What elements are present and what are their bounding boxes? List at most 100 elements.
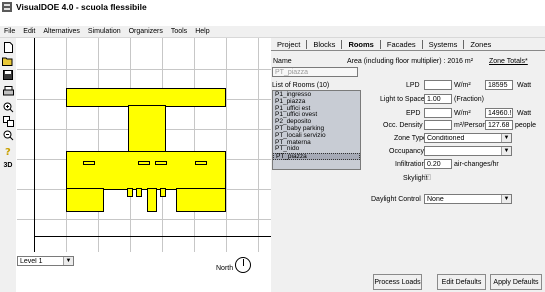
properties-panel: Project Blocks Rooms Facades Systems Zon… [271,38,545,292]
room-left-wing[interactable] [66,188,104,212]
apply-defaults-button[interactable]: Apply Defaults [490,274,542,290]
canvas-footer: Level 1 ▼ North [17,252,271,292]
window-marker [138,161,150,165]
help-icon[interactable]: ? [2,145,14,157]
chevron-down-icon[interactable]: ▼ [63,257,73,265]
grid-line [98,38,99,252]
light-to-space-field[interactable]: 1.00 [424,94,452,104]
zoom-in-icon[interactable] [2,101,14,113]
menu-simulation[interactable]: Simulation [88,28,121,35]
grid-line [17,219,271,220]
level-select-value: Level 1 [20,257,43,265]
menu-bar: File Edit Alternatives Simulation Organi… [0,26,545,38]
save-icon[interactable] [2,69,14,81]
lpd-field[interactable] [424,80,452,90]
light-to-space-unit: (Fraction) [454,96,484,103]
room-lower-band[interactable] [66,151,226,190]
room-list-title: List of Rooms (10) [272,82,330,89]
menu-file[interactable]: File [4,28,15,35]
occ-density-field[interactable] [424,120,452,130]
light-to-space-label: Light to Space [380,96,425,103]
infiltration-field[interactable]: 0.20 [424,159,452,169]
window-marker [155,161,167,165]
epd-label: EPD [406,110,421,117]
print-icon[interactable] [2,85,14,97]
left-toolbar: ? 3D [0,38,16,292]
tab-project[interactable]: Project [271,40,306,49]
room-central-block[interactable] [128,105,166,153]
occ-density-unit: m²/Person [454,122,487,129]
zone-totals-link[interactable]: Zone Totals* [489,58,528,65]
grid-line [226,38,227,252]
svg-text:?: ? [5,147,11,157]
tab-rooms[interactable]: Rooms [342,40,379,49]
tab-blocks[interactable]: Blocks [307,40,341,49]
grid-line [66,38,67,252]
tab-facades[interactable]: Facades [381,40,422,49]
grid-line [258,38,259,252]
plan-border [34,236,271,237]
menu-alternatives[interactable]: Alternatives [43,28,80,35]
menu-help[interactable]: Help [195,28,209,35]
room-right-wing[interactable] [176,188,226,212]
list-item-selected[interactable]: PT_piazza [273,153,360,160]
level-select[interactable]: Level 1 ▼ [17,256,74,266]
grid-line [194,38,195,252]
epd-field[interactable] [424,108,452,118]
grid-line [17,69,271,70]
zone-type-value: Conditioned [427,134,465,142]
menu-organizers[interactable]: Organizers [129,28,163,35]
epd-unit: W/m² [454,110,471,117]
process-loads-button[interactable]: Process Loads [373,274,422,290]
window-marker [195,161,207,165]
edit-defaults-button[interactable]: Edit Defaults [437,274,486,290]
zone-type-select[interactable]: Conditioned ▼ [424,133,512,143]
plan-border [34,38,35,252]
app-icon [2,2,12,12]
3d-view-button[interactable]: 3D [2,159,14,171]
occupancy-label: Occupancy [389,148,425,155]
lpd-unit: W/m² [454,82,471,89]
area-label: Area (including floor multiplier) : 2016… [347,58,474,65]
list-item[interactable]: PT_nido [273,146,360,153]
north-label: North [216,265,234,272]
lpd-total-unit: Watt [517,82,532,89]
tab-zones[interactable]: Zones [464,40,497,49]
occ-density-label: Occ. Density [383,122,423,129]
tab-systems[interactable]: Systems [423,40,464,49]
daylight-control-select[interactable]: None ▼ [424,194,512,204]
zoom-out-icon[interactable] [2,129,14,141]
tab-bar: Project Blocks Rooms Facades Systems Zon… [271,38,545,51]
lpd-total-field[interactable]: 18595 [485,80,513,90]
name-label: Name [273,58,292,65]
north-compass-icon [235,257,251,273]
chevron-down-icon[interactable]: ▼ [501,134,511,142]
menu-edit[interactable]: Edit [23,28,35,35]
chevron-down-icon[interactable]: ▼ [501,147,511,155]
skylight-checkbox[interactable]: ☑ [424,173,431,182]
daylight-control-label: Daylight Control [371,196,421,203]
epd-total-field[interactable]: 14960.! [485,108,513,118]
lpd-label: LPD [406,82,420,89]
menu-tools[interactable]: Tools [171,28,187,35]
room-stair[interactable] [160,188,166,197]
zoom-window-icon[interactable] [2,115,14,127]
room-name-field[interactable]: PT_piazza [272,67,358,77]
open-folder-icon[interactable] [2,55,14,67]
window-title: VisualDOE 4.0 - scuola flessibile [16,2,147,12]
occupancy-select[interactable]: ▼ [424,146,512,156]
infiltration-unit: air-changes/hr [454,161,499,168]
room-list[interactable]: P1_ingresso P1_piazza P1_uffici est P1_u… [272,90,361,170]
room-stair[interactable] [136,188,142,197]
daylight-control-value: None [427,195,444,203]
title-bar: VisualDOE 4.0 - scuola flessibile [0,0,545,14]
new-file-icon[interactable] [2,41,14,53]
room-corridor[interactable] [147,188,157,212]
room-stair[interactable] [127,188,133,197]
occ-total-unit: people [515,122,537,129]
epd-total-unit: Watt [517,110,532,117]
floor-plan-canvas[interactable] [17,38,271,252]
chevron-down-icon[interactable]: ▼ [501,195,511,203]
zone-type-label: Zone Type [394,135,427,142]
occ-total-field[interactable]: 127.68 [485,120,513,130]
